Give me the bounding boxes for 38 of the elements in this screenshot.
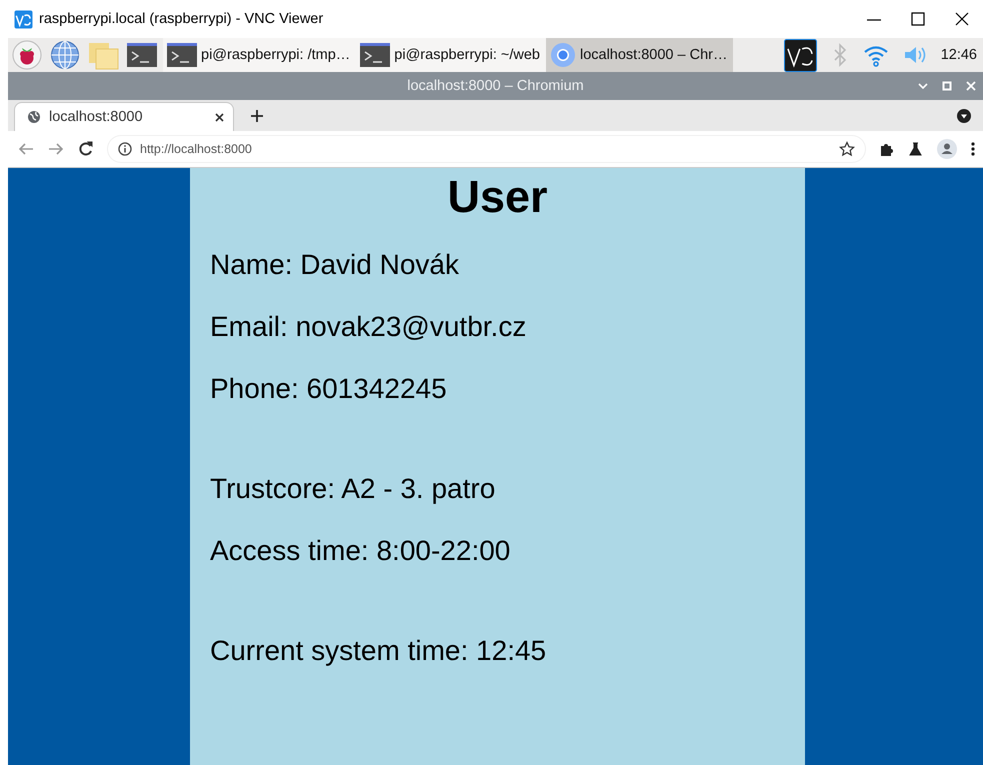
terminal-icon xyxy=(360,43,390,67)
info-line: Name: David Novák xyxy=(210,248,460,282)
info-line: Access time: 8:00-22:00 xyxy=(210,534,512,568)
page-heading: User xyxy=(446,171,549,223)
plus-icon[interactable] xyxy=(250,109,264,123)
reload-icon[interactable] xyxy=(78,141,94,157)
back-icon[interactable] xyxy=(18,141,34,157)
taskbar-button[interactable]: localhost:8000 – Chr… xyxy=(546,38,734,72)
browser-title: localhost:8000 – Chromium xyxy=(407,78,584,94)
avatar-icon[interactable] xyxy=(937,139,957,159)
forward-icon[interactable] xyxy=(48,141,64,157)
puzzle-icon[interactable] xyxy=(879,141,894,157)
info-icon[interactable] xyxy=(118,142,132,156)
info-line: Current system time: 12:45 xyxy=(210,634,548,668)
info-line: Phone: 601342245 xyxy=(210,372,448,406)
chromium-icon xyxy=(550,42,576,68)
star-icon[interactable] xyxy=(839,141,855,157)
window-title: raspberrypi.local (raspberrypi) - VNC Viewer xyxy=(39,11,324,27)
dropdown-icon[interactable] xyxy=(957,109,971,123)
close-icon[interactable] xyxy=(214,112,225,122)
taskbar-button[interactable]: pi@raspberrypi: ~/web xyxy=(356,38,546,72)
vnc-logo-icon[interactable] xyxy=(784,38,817,72)
clock[interactable]: 12:46 xyxy=(940,47,977,63)
terminal-icon[interactable] xyxy=(127,43,157,67)
globe-icon[interactable] xyxy=(50,40,80,70)
info-line: Email: novak23@vutbr.cz xyxy=(210,310,528,344)
globe-icon xyxy=(27,110,41,124)
close-icon[interactable] xyxy=(953,10,971,28)
address-bar[interactable]: http://localhost:8000 xyxy=(108,136,865,162)
browser-tab[interactable]: localhost:8000 xyxy=(14,102,234,131)
info-line: Trustcore: A2 - 3. patro xyxy=(210,472,496,506)
terminal-icon xyxy=(167,43,197,67)
raspberry-icon[interactable] xyxy=(12,40,42,70)
vnc-logo-icon xyxy=(14,10,33,28)
maximize-icon[interactable] xyxy=(909,10,927,28)
taskbar-button[interactable]: pi@raspberrypi: /tmp… xyxy=(163,38,356,72)
menu-icon[interactable] xyxy=(971,141,975,157)
flask-icon[interactable] xyxy=(908,141,923,157)
